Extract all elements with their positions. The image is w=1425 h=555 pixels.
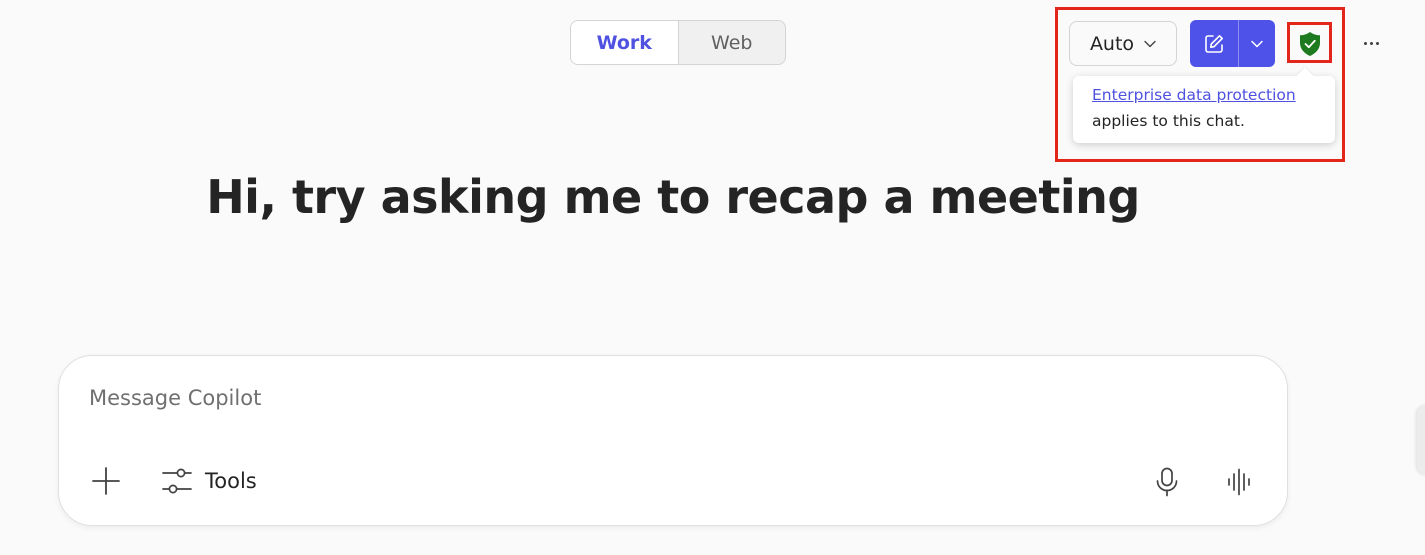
plus-icon bbox=[92, 467, 120, 495]
new-chat-button[interactable] bbox=[1190, 20, 1239, 67]
model-selector-dropdown[interactable]: Auto bbox=[1069, 21, 1177, 66]
compose-icon bbox=[1205, 34, 1223, 53]
chevron-down-icon bbox=[1144, 40, 1156, 47]
mode-toggle: Work Web bbox=[570, 20, 786, 65]
message-input[interactable] bbox=[89, 386, 1189, 410]
new-chat-split-button bbox=[1190, 20, 1275, 67]
microphone-button[interactable] bbox=[1154, 467, 1180, 497]
model-selector-label: Auto bbox=[1089, 32, 1135, 55]
tab-web[interactable]: Web bbox=[679, 21, 786, 64]
voice-mode-button[interactable] bbox=[1227, 468, 1253, 496]
tooltip-text: applies to this chat. bbox=[1092, 112, 1245, 130]
side-panel-handle[interactable] bbox=[1417, 405, 1425, 475]
sliders-icon bbox=[162, 468, 192, 494]
enterprise-data-protection-link[interactable]: Enterprise data protection bbox=[1092, 84, 1316, 106]
copilot-chat-page: Work Web Auto Enterprise data protection… bbox=[0, 0, 1425, 555]
more-options-button[interactable] bbox=[1356, 28, 1386, 58]
add-attachment-button[interactable] bbox=[91, 466, 121, 496]
data-protection-button[interactable] bbox=[1294, 28, 1326, 60]
tools-label: Tools bbox=[205, 469, 257, 493]
message-composer: Tools bbox=[58, 355, 1288, 526]
chevron-down-icon bbox=[1251, 40, 1263, 47]
microphone-icon bbox=[1161, 467, 1173, 487]
more-horizontal-icon bbox=[1363, 41, 1367, 45]
shield-check-icon bbox=[1300, 32, 1320, 56]
greeting-heading: Hi, try asking me to recap a meeting bbox=[206, 170, 1140, 224]
waveform-icon bbox=[1228, 468, 1250, 496]
tab-work[interactable]: Work bbox=[571, 21, 679, 64]
new-chat-options-button[interactable] bbox=[1239, 20, 1275, 67]
data-protection-tooltip: Enterprise data protection applies to th… bbox=[1073, 76, 1335, 143]
tools-button[interactable]: Tools bbox=[161, 464, 257, 498]
